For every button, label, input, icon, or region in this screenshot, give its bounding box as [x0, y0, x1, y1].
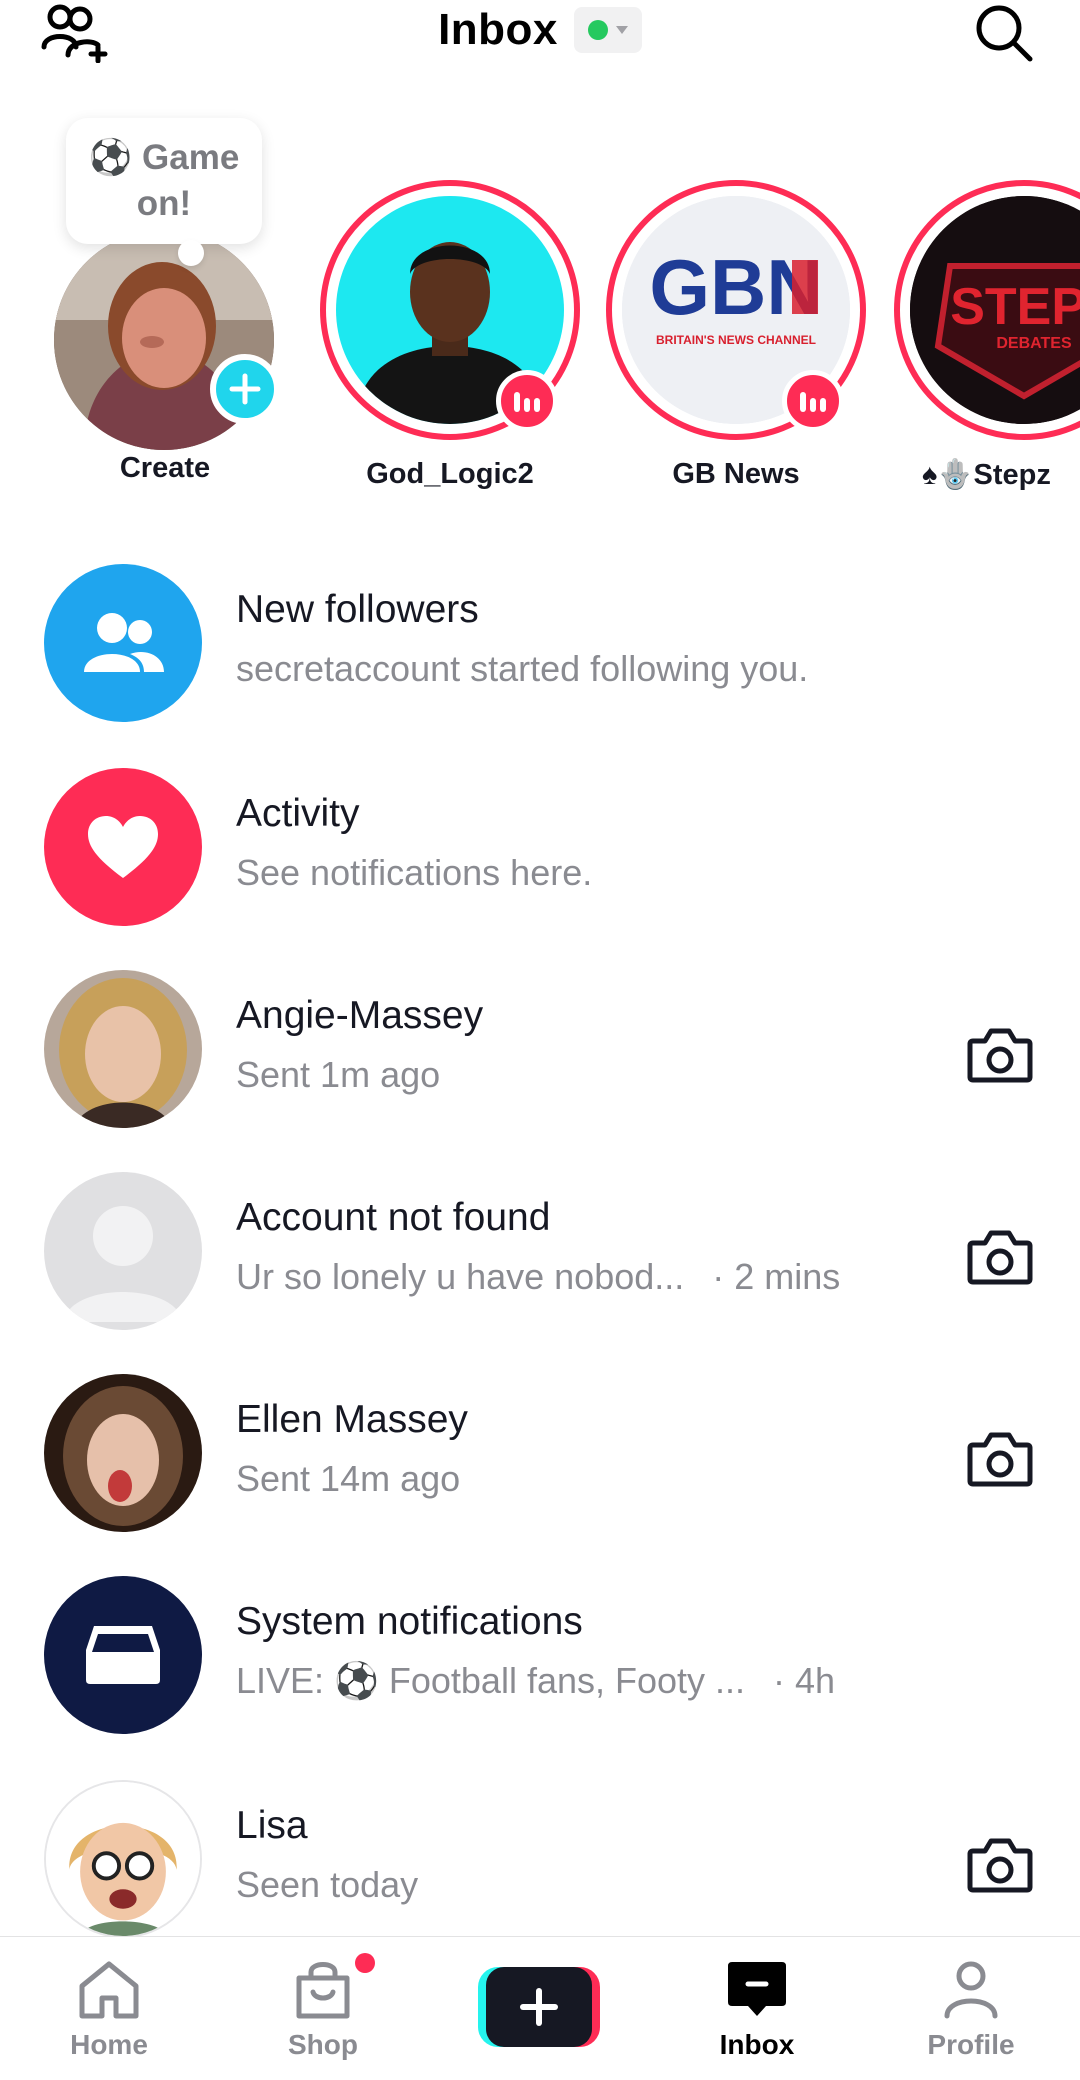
- avatar: [44, 1374, 202, 1532]
- header-title-group: Inbox: [0, 0, 1080, 60]
- list-item-subtitle: secretaccount started following you.: [236, 648, 809, 689]
- nav-label: Profile: [927, 2029, 1015, 2060]
- audio-bars-icon: [800, 392, 826, 412]
- shopping-bag-icon: [296, 1962, 350, 2019]
- story-name: ♠🪬Stepz: [922, 459, 1051, 491]
- camera-icon: [967, 1230, 1033, 1285]
- nav-label: Inbox: [719, 2029, 795, 2060]
- list-item-title: System notifications: [236, 1600, 583, 1643]
- story-name: God_Logic2: [366, 458, 534, 490]
- nav-shop-icon-wrap: [293, 1953, 375, 2023]
- nav-home[interactable]: Home: [24, 1957, 194, 2067]
- inbox-screen: Inbox ⚽ Game on! Create God_Logic2 GBN B…: [0, 0, 1080, 2080]
- camera-icon: [967, 1028, 1033, 1083]
- followers-icon: [84, 613, 164, 672]
- list-item-subtitle: Seen today: [236, 1864, 419, 1905]
- heart-icon: [88, 816, 158, 878]
- create-story-label: Create: [119, 452, 211, 484]
- search-button[interactable]: [964, 0, 1044, 68]
- create-story[interactable]: ⚽ Game on! Create: [0, 110, 300, 500]
- nav-inbox[interactable]: Inbox: [672, 1957, 842, 2067]
- live-audio-badge: [782, 370, 844, 432]
- stories-row: ⚽ Game on! Create God_Logic2 GBN BRITAIN…: [0, 110, 1080, 500]
- bubble-tail: [178, 240, 204, 266]
- camera-button[interactable]: [960, 1222, 1040, 1292]
- stepz-logo-subtext: DEBATES: [996, 335, 1072, 352]
- list-item-title: Ellen Massey: [236, 1398, 468, 1441]
- create-video-button[interactable]: [478, 1967, 600, 2047]
- list-item-subtitle: Sent 14m ago: [236, 1458, 461, 1499]
- plus-icon: [229, 373, 261, 405]
- live-audio-badge: [496, 370, 558, 432]
- bottom-nav: Home Shop Inbox Profile: [0, 1936, 1080, 2080]
- list-item-activity[interactable]: Activity See notifications here.: [0, 744, 1080, 926]
- list-item-title: Activity: [236, 792, 360, 835]
- status-bubble[interactable]: ⚽ Game on!: [66, 118, 262, 244]
- camera-button[interactable]: [960, 1830, 1040, 1900]
- nav-label: Home: [70, 2029, 148, 2060]
- list-item-subtitle: Ur so lonely u have nobod... · 2 mins: [236, 1256, 840, 1298]
- list-item-title: Lisa: [236, 1804, 308, 1847]
- story-gb-news[interactable]: GBN BRITAIN'S NEWS CHANNEL GB News: [604, 180, 866, 490]
- nav-inbox-icon-wrap: [726, 1957, 788, 2023]
- page-title: Inbox: [438, 5, 558, 54]
- status-toggle[interactable]: [573, 7, 642, 53]
- list-item-conversation[interactable]: Angie-Massey Sent 1m ago: [0, 946, 1080, 1128]
- followers-avatar: [44, 564, 202, 722]
- nav-profile[interactable]: Profile: [886, 1957, 1056, 2067]
- nav-home-icon-wrap: [76, 1957, 142, 2023]
- list-item-title: Account not found: [236, 1196, 551, 1239]
- search-icon: [976, 5, 1033, 62]
- nav-shop[interactable]: Shop: [238, 1953, 408, 2067]
- list-item-subtitle: LIVE: ⚽ Football fans, Footy ... · 4h: [236, 1660, 835, 1702]
- camera-button[interactable]: [960, 1020, 1040, 1090]
- nav-label: Shop: [288, 2029, 358, 2060]
- audio-bars-icon: [514, 392, 540, 412]
- activity-avatar: [44, 768, 202, 926]
- list-item-system-notifications[interactable]: System notifications LIVE: ⚽ Football fa…: [0, 1552, 1080, 1734]
- message-preview: Ur so lonely u have nobod...: [236, 1256, 685, 1297]
- caret-down-icon: [615, 26, 628, 34]
- camera-button[interactable]: [960, 1424, 1040, 1494]
- message-preview: LIVE: ⚽ Football fans, Footy ...: [236, 1660, 746, 1701]
- home-icon: [79, 1961, 139, 2019]
- story-avatar: STEPZ DEBATES: [910, 196, 1080, 424]
- story-stepz[interactable]: STEPZ DEBATES ♠🪬Stepz: [892, 180, 1080, 491]
- stepz-logo-text: STEPZ: [950, 278, 1080, 336]
- default-user-icon: [64, 1206, 182, 1322]
- profile-icon: [944, 1961, 998, 2019]
- message-time: · 4h: [773, 1660, 836, 1701]
- story-name: GB News: [672, 458, 800, 490]
- list-item-title: Angie-Massey: [236, 994, 484, 1037]
- list-item-conversation[interactable]: Ellen Massey Sent 14m ago: [0, 1350, 1080, 1532]
- system-avatar: [44, 1576, 202, 1734]
- camera-icon: [967, 1432, 1033, 1487]
- plus-icon: [520, 1988, 558, 2026]
- story-ring: STEPZ DEBATES: [894, 180, 1080, 440]
- create-button-face: [486, 1967, 592, 2047]
- list-item-title: New followers: [236, 588, 479, 631]
- inbox-tray-icon: [86, 1626, 160, 1684]
- status-dot-icon: [587, 20, 608, 40]
- inbox-message-icon: [728, 1962, 786, 2016]
- add-story-button[interactable]: [210, 354, 280, 424]
- avatar-placeholder: [44, 1172, 202, 1330]
- gb-news-tagline: BRITAIN'S NEWS CHANNEL: [656, 333, 816, 347]
- header: Inbox: [0, 0, 1080, 70]
- avatar: [44, 1780, 202, 1938]
- message-time: · 2 mins: [712, 1256, 841, 1297]
- status-bubble-text: ⚽ Game on!: [88, 138, 240, 223]
- avatar: [44, 970, 202, 1128]
- list-item-conversation[interactable]: Lisa Seen today: [0, 1756, 1080, 1938]
- story-god-logic2[interactable]: God_Logic2: [318, 180, 580, 490]
- list-item-subtitle: Sent 1m ago: [236, 1054, 441, 1095]
- notification-dot: [355, 1953, 375, 1973]
- camera-icon: [967, 1838, 1033, 1893]
- nav-profile-icon-wrap: [943, 1957, 999, 2023]
- list-item-conversation[interactable]: Account not found Ur so lonely u have no…: [0, 1148, 1080, 1330]
- list-item-subtitle: See notifications here.: [236, 852, 593, 893]
- list-item-new-followers[interactable]: New followers secretaccount started foll…: [0, 540, 1080, 722]
